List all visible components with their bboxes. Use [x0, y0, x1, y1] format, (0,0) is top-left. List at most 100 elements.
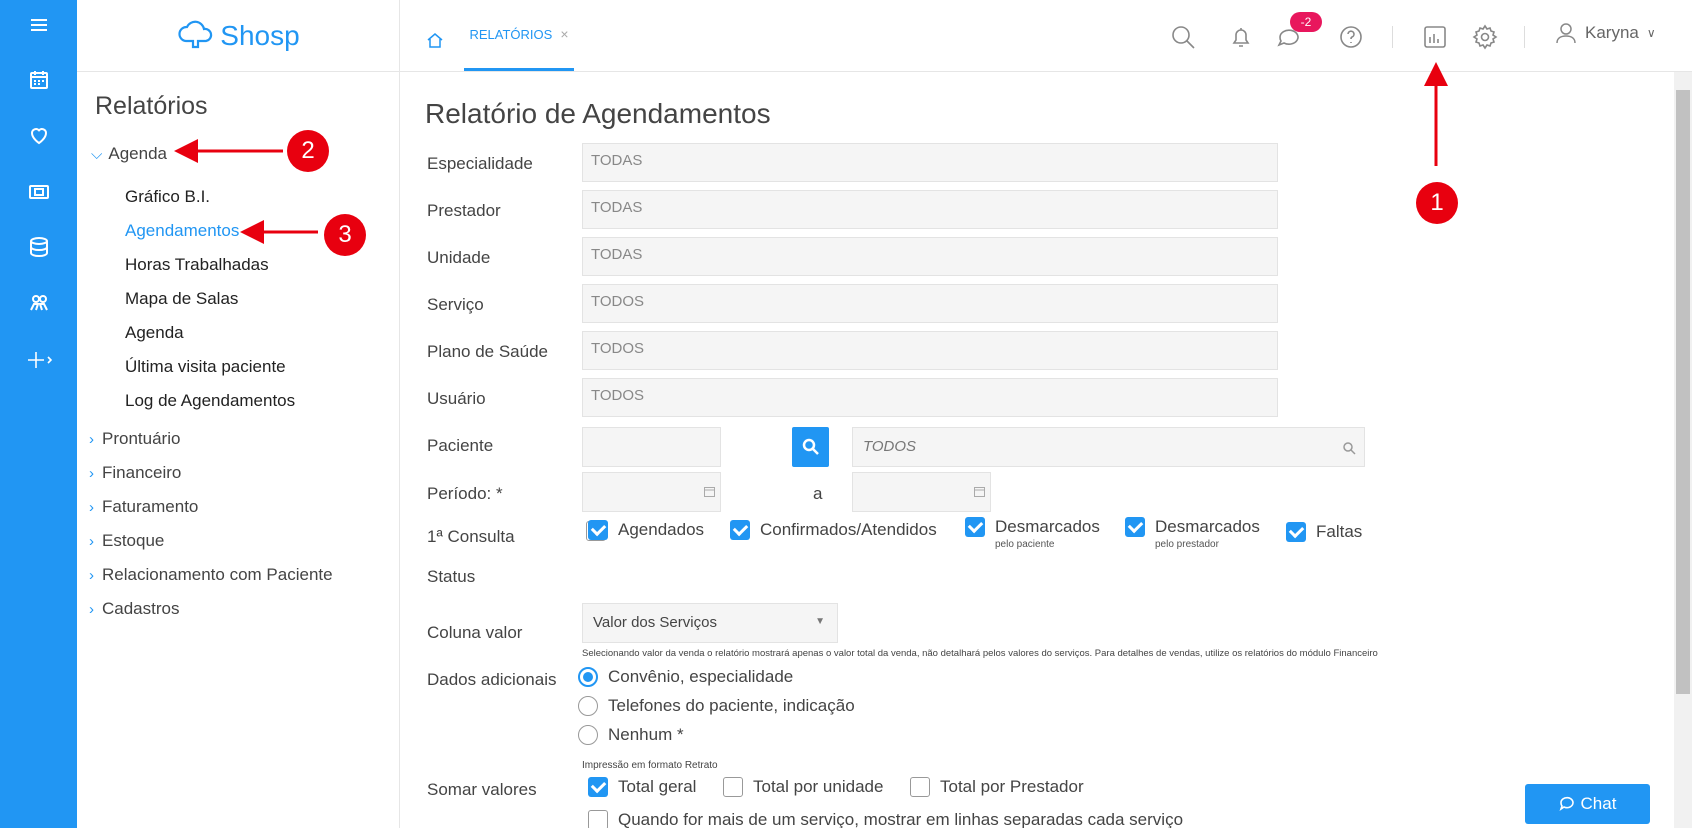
- paciente-name-input[interactable]: TODOS: [852, 427, 1365, 467]
- usuario-select[interactable]: TODOS: [582, 378, 1278, 417]
- periodo-separator: a: [813, 484, 823, 503]
- checkbox[interactable]: [730, 520, 750, 540]
- paciente-search-button[interactable]: [792, 427, 829, 467]
- checkbox[interactable]: [965, 517, 985, 537]
- home-icon[interactable]: [426, 32, 444, 48]
- status-option-label: Agendados: [618, 520, 705, 539]
- add-module-icon[interactable]: [0, 340, 77, 380]
- logo[interactable]: Shosp: [176, 19, 300, 53]
- chat-button[interactable]: Chat: [1525, 784, 1650, 824]
- status-option-sub: pelo paciente: [995, 539, 1055, 550]
- gear-icon[interactable]: [1472, 24, 1498, 50]
- nav-section-financeiro[interactable]: › Financeiro: [89, 463, 181, 483]
- paciente-label: Paciente: [427, 436, 494, 455]
- nav-section-label: Agenda: [108, 144, 167, 163]
- nav-section-estoque[interactable]: › Estoque: [89, 531, 164, 551]
- search-icon[interactable]: [1170, 24, 1196, 50]
- status-confirmados[interactable]: Confirmados/Atendidos: [730, 520, 937, 540]
- radio[interactable]: [578, 696, 598, 716]
- status-option-label: Faltas: [1316, 522, 1363, 541]
- bell-icon[interactable]: [1228, 24, 1254, 50]
- menu-icon[interactable]: [0, 5, 77, 45]
- reports-chart-icon[interactable]: [1422, 24, 1448, 50]
- logo-area: Shosp: [77, 0, 400, 72]
- somar-separate-lines[interactable]: Quando for mais de um serviço, mostrar e…: [588, 810, 1183, 828]
- people-icon[interactable]: [0, 283, 77, 323]
- field-label: Usuário: [427, 389, 486, 408]
- radio[interactable]: [578, 725, 598, 745]
- close-tab-icon[interactable]: ×: [560, 26, 568, 42]
- nav-section-faturamento[interactable]: › Faturamento: [89, 497, 198, 517]
- chevron-right-icon: ›: [89, 532, 94, 550]
- nav-section-agenda[interactable]: ⌵ Agenda: [91, 144, 167, 164]
- field-label: Especialidade: [427, 154, 533, 173]
- checkbox[interactable]: [588, 520, 608, 540]
- checkbox[interactable]: [1286, 522, 1306, 542]
- somar-total-unidade[interactable]: Total por unidade: [723, 777, 883, 797]
- annotation-marker-2: 2: [287, 130, 329, 172]
- help-icon[interactable]: [1338, 24, 1364, 50]
- chevron-right-icon: ›: [89, 566, 94, 584]
- status-agendados[interactable]: Agendados: [588, 520, 704, 540]
- checkbox[interactable]: [910, 777, 930, 797]
- chevron-down-icon: ∨: [1646, 26, 1656, 40]
- chevron-right-icon: ›: [89, 498, 94, 516]
- nav-section-cadastros[interactable]: › Cadastros: [89, 599, 179, 619]
- nav-item-grafico-bi[interactable]: Gráfico B.I.: [125, 187, 210, 207]
- checkbox[interactable]: [723, 777, 743, 797]
- especialidade-select[interactable]: TODAS: [582, 143, 1278, 182]
- nav-section-label: Prontuário: [102, 429, 181, 448]
- checkbox[interactable]: [588, 810, 608, 828]
- nav-item-agenda[interactable]: Agenda: [125, 323, 184, 343]
- periodo-start-input[interactable]: [582, 472, 721, 512]
- periodo-label: Período: *: [427, 484, 503, 503]
- divider: [1524, 26, 1525, 48]
- somar-option-label: Total geral: [618, 777, 697, 796]
- nav-section-relacionamento[interactable]: › Relacionamento com Paciente: [89, 565, 333, 585]
- scrollbar-thumb[interactable]: [1676, 90, 1690, 694]
- dados-option-convenio[interactable]: Convênio, especialidade: [578, 667, 793, 687]
- chat-bubble-icon: [1559, 796, 1574, 811]
- nav-item-agendamentos[interactable]: Agendamentos: [125, 221, 239, 241]
- paciente-code-input[interactable]: [582, 427, 721, 467]
- coluna-valor-select[interactable]: Valor dos Serviços ▼: [582, 603, 838, 643]
- top-bar: RELATÓRIOS × -2 Karyna ∨: [400, 0, 1692, 72]
- servico-select[interactable]: TODOS: [582, 284, 1278, 323]
- user-menu[interactable]: Karyna ∨: [1555, 22, 1656, 44]
- status-desmarcados-paciente[interactable]: Desmarcados pelo paciente: [965, 517, 1100, 550]
- coluna-valor-selected: Valor dos Serviços: [593, 614, 717, 631]
- calendar-icon[interactable]: [0, 60, 77, 100]
- somar-total-prestador[interactable]: Total por Prestador: [910, 777, 1084, 797]
- radio[interactable]: [578, 667, 598, 687]
- annotation-marker-3: 3: [324, 214, 366, 256]
- somar-total-geral[interactable]: Total geral: [588, 777, 696, 797]
- unidade-select[interactable]: TODAS: [582, 237, 1278, 276]
- nav-item-ultima-visita[interactable]: Última visita paciente: [125, 357, 286, 377]
- tab-relatorios[interactable]: RELATÓRIOS ×: [464, 0, 574, 71]
- reports-nav: Relatórios ⌵ Agenda Gráfico B.I. Agendam…: [77, 72, 400, 828]
- somar-option-label: Total por Prestador: [940, 777, 1084, 796]
- calendar-icon[interactable]: [704, 486, 715, 497]
- prestador-select[interactable]: TODAS: [582, 190, 1278, 229]
- checkbox[interactable]: [588, 777, 608, 797]
- periodo-end-input[interactable]: [852, 472, 991, 512]
- database-icon[interactable]: [0, 227, 77, 267]
- checkbox[interactable]: [1125, 517, 1145, 537]
- dados-option-nenhum[interactable]: Nenhum *: [578, 725, 684, 745]
- nav-item-mapa-de-salas[interactable]: Mapa de Salas: [125, 289, 238, 309]
- dados-option-telefones[interactable]: Telefones do paciente, indicação: [578, 696, 855, 716]
- nav-item-log-agendamentos[interactable]: Log de Agendamentos: [125, 391, 295, 411]
- status-desmarcados-prestador[interactable]: Desmarcados pelo prestador: [1125, 517, 1260, 550]
- plano-saude-select[interactable]: TODOS: [582, 331, 1278, 370]
- calendar-icon[interactable]: [974, 486, 985, 497]
- money-icon[interactable]: [0, 172, 77, 212]
- annotation-marker-1: 1: [1416, 182, 1458, 224]
- nav-section-label: Relacionamento com Paciente: [102, 565, 333, 584]
- nav-title: Relatórios: [95, 92, 208, 120]
- nav-section-prontuario[interactable]: › Prontuário: [89, 429, 180, 449]
- nav-item-horas-trabalhadas[interactable]: Horas Trabalhadas: [125, 255, 269, 275]
- status-option-label: Desmarcados: [995, 517, 1100, 536]
- dados-option-label: Telefones do paciente, indicação: [608, 696, 855, 715]
- status-faltas[interactable]: Faltas: [1286, 522, 1362, 542]
- heart-icon[interactable]: [0, 115, 77, 155]
